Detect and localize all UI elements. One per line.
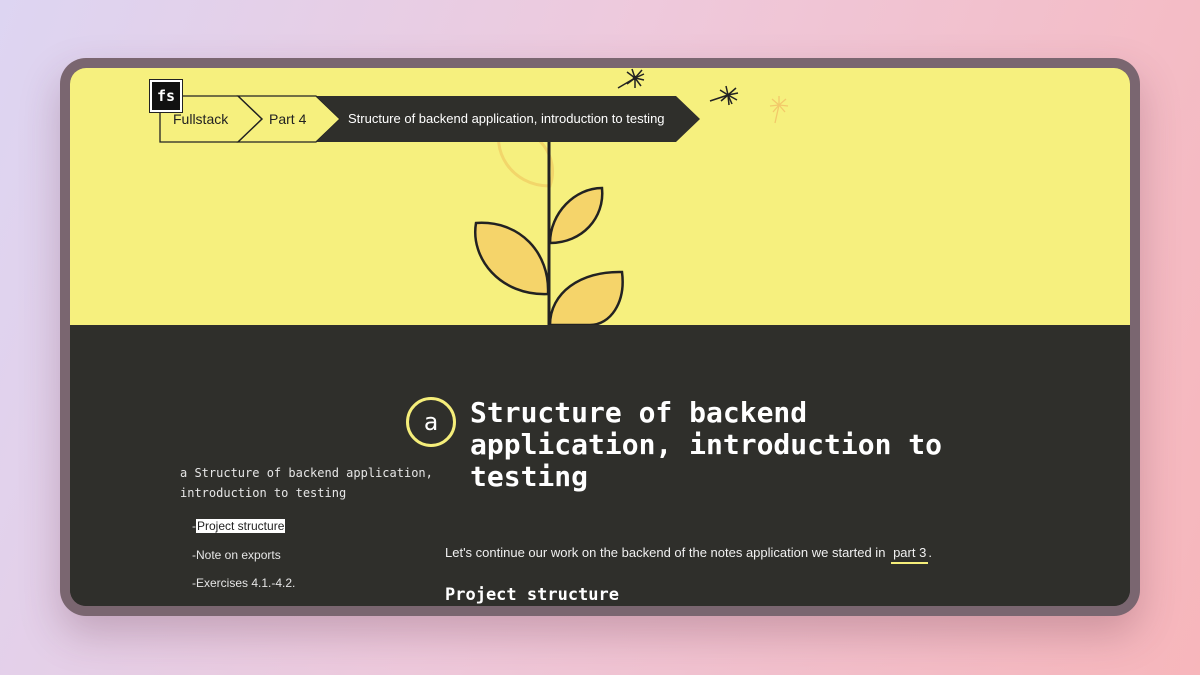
fullstack-logo[interactable]: fs: [149, 79, 183, 113]
page-title: Structure of backend application, introd…: [470, 396, 943, 493]
part-3-link[interactable]: part 3: [891, 545, 929, 564]
intro-text: Let's continue our work on the backend o…: [445, 545, 886, 560]
toc-item-note-on-exports[interactable]: -Note on exports: [192, 548, 281, 562]
intro-period: .: [928, 545, 932, 560]
article-content: a Structure of backend application, intr…: [70, 325, 1130, 606]
toc-item-label: Project structure: [196, 519, 286, 533]
plant-illustration: [159, 68, 789, 325]
upper-right-leaf-icon: [548, 186, 604, 245]
lower-right-leaf-icon: [548, 270, 624, 325]
section-heading-project-structure: Project structure: [445, 585, 619, 605]
breadcrumb-current-page[interactable]: Structure of backend application, introd…: [348, 111, 665, 126]
toc-item-project-structure[interactable]: -Project structure: [192, 519, 286, 533]
faded-seed-icon: [769, 96, 789, 124]
hero-banner: fs Fullstack Part 4 Structure of backend…: [70, 68, 1130, 325]
toc-item-label: Exercises 4.1.-4.2.: [196, 576, 296, 590]
browser-screen: fs Fullstack Part 4 Structure of backend…: [70, 68, 1130, 606]
breadcrumb-part-link[interactable]: Part 4: [269, 111, 306, 127]
device-frame: fs Fullstack Part 4 Structure of backend…: [60, 58, 1140, 616]
toc-item-exercises[interactable]: -Exercises 4.1.-4.2.: [192, 576, 295, 590]
toc-item-label: Note on exports: [196, 548, 281, 562]
intro-paragraph: Let's continue our work on the backend o…: [445, 545, 932, 564]
seed-icon: [617, 68, 645, 89]
breadcrumb-fullstack-link[interactable]: Fullstack: [173, 111, 228, 127]
seed-icon: [709, 85, 739, 106]
left-leaf-icon: [473, 221, 550, 296]
toc-heading[interactable]: a Structure of backend application, intr…: [180, 463, 440, 503]
section-letter-badge: a: [406, 397, 456, 447]
